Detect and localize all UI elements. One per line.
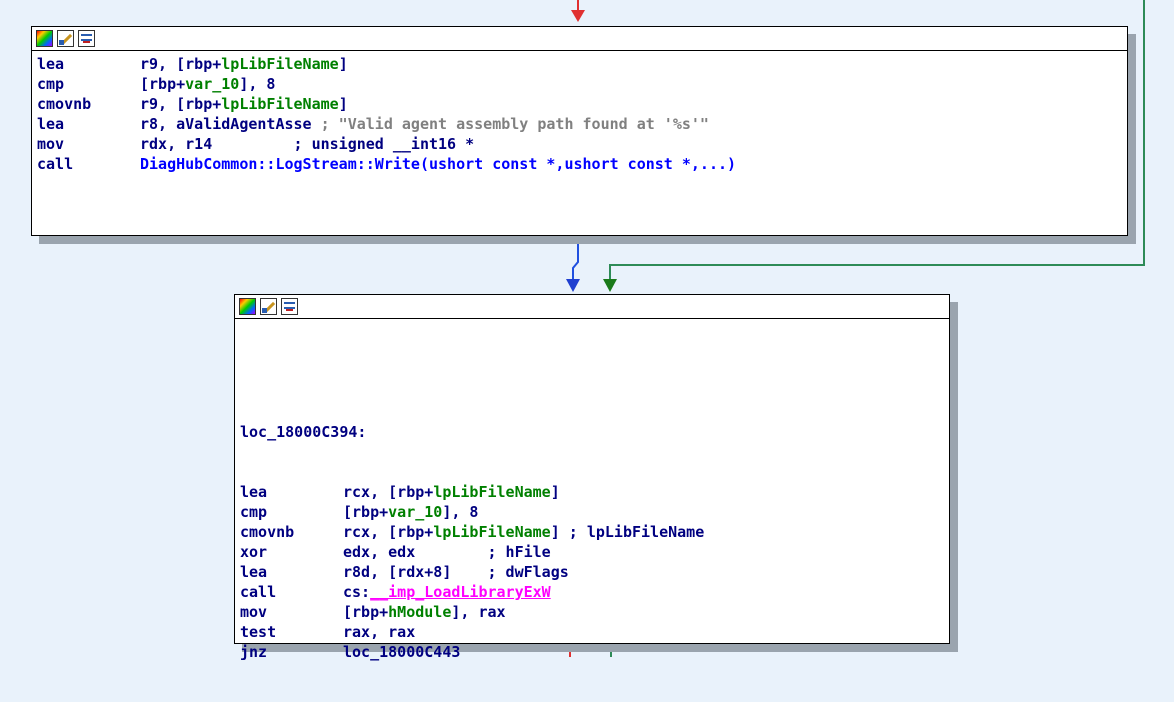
name-reference[interactable]: lpLibFileName (221, 55, 338, 73)
operand-text: aValidAgentAsse (176, 115, 312, 133)
operand-text: [rbp+ (140, 75, 186, 93)
operand-text: ], 8 (442, 503, 479, 521)
operands: r9, [rbp+lpLibFileName] (140, 94, 348, 114)
operand-text: ], 8 (239, 75, 276, 93)
block-code: lea r9, [rbp+lpLibFileName] cmp [rbp+var_10… (32, 51, 1127, 174)
operands: rax, rax (343, 622, 415, 642)
operand-text: edx, edx (343, 543, 416, 561)
operands: [rbp+hModule], rax (343, 602, 506, 622)
mnemonic: lea (240, 563, 268, 581)
mnemonic: cmovnb (37, 95, 92, 113)
palette-icon[interactable] (36, 30, 53, 47)
block-header (32, 27, 1127, 51)
mnemonic: lea (37, 55, 65, 73)
operand-text: ; hFile (415, 543, 551, 561)
instruction-line[interactable]: lea rcx, [rbp+lpLibFileName] (240, 482, 949, 502)
mnemonic: lea (240, 483, 268, 501)
name-reference[interactable]: var_10 (388, 503, 442, 521)
instruction-line[interactable]: jnz loc_18000C443 (240, 642, 949, 662)
operand-text: ] ; lpLibFileName (550, 523, 705, 541)
operand-text: ], rax (451, 603, 506, 621)
operands: r8, aValidAgentAsse ; "Valid agent assem… (140, 114, 709, 134)
operand-text: r8d, [rdx+8] (343, 563, 452, 581)
mnemonic: mov (37, 135, 65, 153)
instruction-line[interactable]: xor edx, edx ; hFile (240, 542, 949, 562)
operands: DiagHubCommon::LogStream::Write(ushort c… (140, 154, 736, 174)
symbol-reference[interactable]: DiagHubCommon::LogStream::Write(ushort c… (140, 155, 736, 173)
code-block-logstream-write[interactable]: lea r9, [rbp+lpLibFileName] cmp [rbp+var_10… (31, 26, 1128, 236)
code-block-loc-18000c394[interactable]: loc_18000C394: lea rcx, [rbp+lpLibFileNam… (234, 294, 950, 661)
operand-text: rdx, r14 (140, 135, 213, 153)
graph-overview-icon[interactable] (78, 30, 95, 47)
mnemonic: jnz (240, 643, 268, 661)
operands: rcx, [rbp+lpLibFileName] ; lpLibFileName (343, 522, 704, 542)
operand-text: r9, [rbp+ (140, 95, 222, 113)
code-label[interactable]: loc_18000C394: (240, 422, 949, 442)
instruction-line[interactable]: call DiagHubCommon::LogStream::Write(usho… (37, 154, 1127, 174)
instruction-line[interactable]: mov rdx, r14 ; unsigned __int16 * (37, 134, 1127, 154)
operand-text: loc_18000C443 (343, 643, 461, 661)
instruction-line[interactable]: call cs:__imp_LoadLibraryExW (240, 582, 949, 602)
fallthrough-edge-blue (572, 237, 579, 285)
operands: r9, [rbp+lpLibFileName] (140, 54, 348, 74)
instruction-line[interactable]: cmp [rbp+var_10], 8 (37, 74, 1127, 94)
instruction-line[interactable]: lea r8d, [rdx+8] ; dwFlags (240, 562, 949, 582)
incoming-edge-arrowhead (571, 10, 585, 22)
instruction-line[interactable]: cmovnb r9, [rbp+lpLibFileName] (37, 94, 1127, 114)
operand-text: ; unsigned __int16 * (212, 135, 475, 153)
instruction-line[interactable]: mov [rbp+hModule], rax (240, 602, 949, 622)
instruction-line[interactable]: cmovnb rcx, [rbp+lpLibFileName] ; lpLibFi… (240, 522, 949, 542)
operand-text: rcx, [rbp+ (343, 523, 434, 541)
instruction-line[interactable]: cmp [rbp+var_10], 8 (240, 502, 949, 522)
name-reference[interactable]: var_10 (185, 75, 239, 93)
operands: cs:__imp_LoadLibraryExW (343, 582, 551, 602)
name-reference[interactable]: lpLibFileName (433, 523, 550, 541)
operands: r8d, [rdx+8] ; dwFlags (343, 562, 569, 582)
mnemonic: call (37, 155, 74, 173)
jump-edge-green-arrowhead (603, 279, 617, 292)
operands: rdx, r14 ; unsigned __int16 * (140, 134, 474, 154)
operand-text: ; dwFlags (451, 563, 569, 581)
operand-text: cs: (343, 583, 371, 601)
mnemonic: xor (240, 543, 268, 561)
string-comment: ; "Valid agent assembly path found at '%… (311, 115, 709, 133)
operands: [rbp+var_10], 8 (343, 502, 478, 522)
operand-text: r8, (140, 115, 177, 133)
edit-icon[interactable] (260, 298, 277, 315)
operand-text: [rbp+ (343, 503, 389, 521)
instruction-line[interactable]: lea r9, [rbp+lpLibFileName] (37, 54, 1127, 74)
palette-icon[interactable] (239, 298, 256, 315)
mnemonic: test (240, 623, 277, 641)
operand-text: ] (550, 483, 560, 501)
operands: [rbp+var_10], 8 (140, 74, 275, 94)
operand-text: [rbp+ (343, 603, 389, 621)
edit-icon[interactable] (57, 30, 74, 47)
operands: rcx, [rbp+lpLibFileName] (343, 482, 560, 502)
instruction-line[interactable]: test rax, rax (240, 622, 949, 642)
operand-text: ] (338, 55, 348, 73)
operands: edx, edx ; hFile (343, 542, 551, 562)
mnemonic: cmovnb (240, 523, 295, 541)
symbol-reference[interactable]: __imp_LoadLibraryExW (370, 583, 551, 601)
name-reference[interactable]: hModule (388, 603, 451, 621)
operand-text: r9, [rbp+ (140, 55, 222, 73)
mnemonic: lea (37, 115, 65, 133)
block-code: loc_18000C394: lea rcx, [rbp+lpLibFileNam… (235, 319, 949, 702)
fallthrough-edge-blue-arrowhead (566, 279, 580, 292)
block-header (235, 295, 949, 319)
operands: loc_18000C443 (343, 642, 460, 662)
mnemonic: cmp (37, 75, 65, 93)
operand-text: rax, rax (343, 623, 416, 641)
mnemonic: mov (240, 603, 268, 621)
operand-text: rcx, [rbp+ (343, 483, 434, 501)
mnemonic: cmp (240, 503, 268, 521)
operand-text: ] (338, 95, 348, 113)
mnemonic: call (240, 583, 277, 601)
instruction-line[interactable]: lea r8, aValidAgentAsse ; "Valid agent as… (37, 114, 1127, 134)
graph-overview-icon[interactable] (281, 298, 298, 315)
name-reference[interactable]: lpLibFileName (433, 483, 550, 501)
name-reference[interactable]: lpLibFileName (221, 95, 338, 113)
